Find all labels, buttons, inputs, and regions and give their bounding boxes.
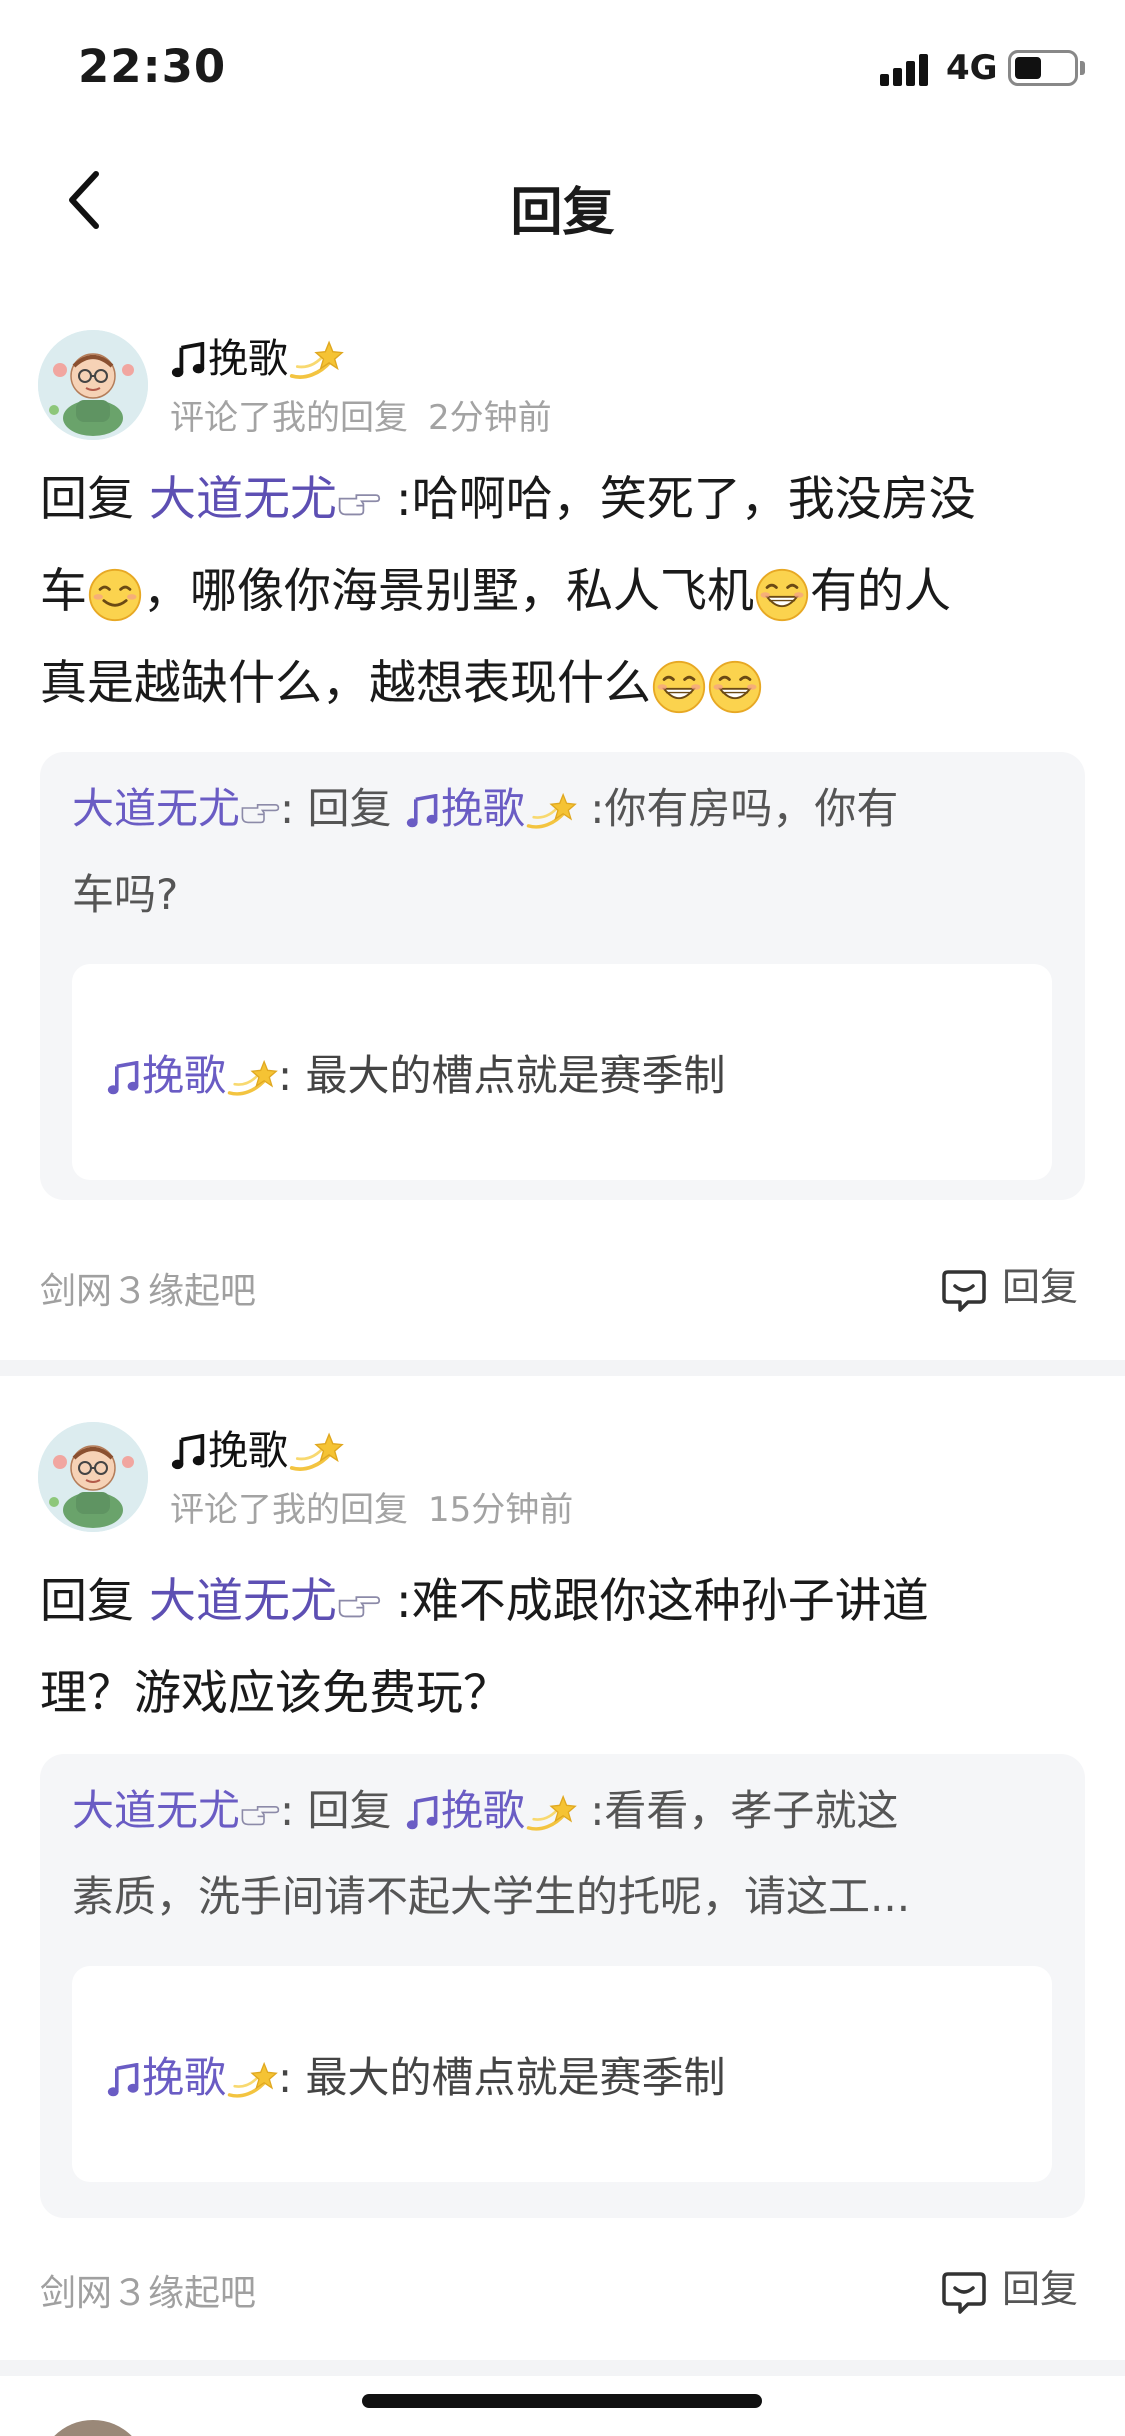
- quoted-reply[interactable]: 大道无尤 : 回复 挽歌 :看看，孝子就这 素质，洗手间请不起大学生的托呢，请这工…: [40, 1754, 1085, 2218]
- comment-meta: 评论了我的回复 2分钟前: [170, 390, 552, 439]
- dizzy-star-icon: [525, 791, 577, 833]
- nav-bar: 回复: [0, 140, 1125, 260]
- original-comment[interactable]: 挽歌 : 最大的槽点就是赛季制: [72, 964, 1052, 1180]
- timestamp: 15分钟前: [428, 1490, 574, 1530]
- grinning-face-icon: [651, 659, 707, 715]
- original-text: : 最大的槽点就是赛季制: [278, 1051, 726, 1100]
- user-name-text: 挽歌: [208, 1428, 288, 1474]
- reply-button-label: 回复: [1002, 2267, 1079, 2311]
- musical-note-icon: [405, 794, 441, 830]
- dizzy-star-icon: [226, 1058, 278, 1100]
- musical-note-icon: [405, 1796, 441, 1832]
- original-comment-text: 挽歌 : 最大的槽点就是赛季制: [106, 1042, 726, 1103]
- comment-meta: 评论了我的回复 15分钟前: [170, 1482, 573, 1531]
- reply-text-3: 真是越缺什么，越想表现什么: [40, 656, 651, 711]
- divider: [0, 2360, 1125, 2376]
- quote-mention[interactable]: 挽歌: [441, 784, 525, 833]
- musical-note-icon: [106, 2063, 142, 2099]
- status-time: 22:30: [78, 40, 227, 93]
- reply-bubble-icon: [940, 1266, 988, 1314]
- user-name[interactable]: 挽歌: [170, 1418, 344, 1476]
- quote-line-2: 素质，洗手间请不起大学生的托呢，请这工...: [72, 1872, 911, 1921]
- quote-user[interactable]: 大道无尤: [72, 784, 240, 833]
- quote-text-1: :看看，孝子就这: [590, 1786, 899, 1835]
- reply-line-1: 回复 大道无尤 :难不成跟你这种孙子讲道: [40, 1556, 1090, 1648]
- reply-text-1: :哈啊哈，笑死了，我没房没: [395, 472, 976, 527]
- signal-icon: [880, 52, 932, 86]
- home-indicator[interactable]: [362, 2394, 762, 2408]
- source-forum[interactable]: 剑网３缘起吧: [40, 2264, 256, 2316]
- dizzy-star-icon: [525, 1793, 577, 1835]
- pointing-hand-icon: [240, 1801, 280, 1827]
- reply-prefix: 回复: [40, 1574, 134, 1629]
- action-text: 评论了我的回复: [170, 398, 408, 438]
- battery-icon: [1008, 50, 1078, 86]
- comment-card[interactable]: 挽歌 评论了我的回复 2分钟前 回复 大道无尤 :哈啊哈，笑死了，我没房没 车 ，哪…: [0, 320, 1125, 1360]
- quote-prefix: : 回复: [280, 1786, 392, 1835]
- quote-text: 大道无尤 : 回复 挽歌 :你有房吗，你有 车吗?: [72, 766, 1062, 938]
- timestamp: 2分钟前: [428, 398, 552, 438]
- reply-prefix: 回复: [40, 472, 134, 527]
- comment-card[interactable]: 挽歌 评论了我的回复 15分钟前 回复 大道无尤 :难不成跟你这种孙子讲道 理？游…: [0, 1374, 1125, 2374]
- reply-button-label: 回复: [1002, 1265, 1079, 1309]
- reply-line-1: 回复 大道无尤 :哈啊哈，笑死了，我没房没: [40, 454, 1090, 546]
- quote-prefix: : 回复: [280, 784, 392, 833]
- reply-text-2c: 有的人: [810, 564, 951, 619]
- status-bar: 22:30 4G: [0, 0, 1125, 140]
- reply-line-2: 理？游戏应该免费玩？: [40, 1666, 510, 1721]
- quoted-reply[interactable]: 大道无尤 : 回复 挽歌 :你有房吗，你有 车吗? 挽歌 : 最大的槽点就是赛季制: [40, 752, 1085, 1200]
- grinning-face-icon: [707, 659, 763, 715]
- musical-note-icon: [170, 1434, 208, 1472]
- quote-user[interactable]: 大道无尤: [72, 1786, 240, 1835]
- user-name[interactable]: 挽歌: [170, 326, 344, 384]
- battery-tip: [1080, 61, 1085, 75]
- reply-content[interactable]: 回复 大道无尤 :哈啊哈，笑死了，我没房没 车，哪像你海景别墅，私人飞机 有的人 …: [40, 454, 1090, 730]
- quote-text: 大道无尤 : 回复 挽歌 :看看，孝子就这 素质，洗手间请不起大学生的托呢，请这工…: [72, 1768, 1062, 1940]
- grinning-face-icon: [754, 567, 810, 623]
- original-user[interactable]: 挽歌: [142, 2053, 226, 2102]
- reply-text-1: :难不成跟你这种孙子讲道: [395, 1574, 929, 1629]
- reply-line-3: 真是越缺什么，越想表现什么: [40, 638, 1090, 730]
- reply-bubble-icon: [940, 2268, 988, 2316]
- network-label: 4G: [946, 48, 998, 88]
- reply-line-2: 车 ，哪像你海景别墅，私人飞机 有的人: [40, 546, 1090, 638]
- original-text: : 最大的槽点就是赛季制: [278, 2053, 726, 2102]
- avatar-image: [38, 1422, 148, 1532]
- reply-button[interactable]: 回复: [940, 1256, 1078, 1314]
- avatar[interactable]: [38, 1422, 148, 1532]
- pointing-hand-icon: [337, 1591, 381, 1619]
- musical-note-icon: [106, 1061, 142, 1097]
- dizzy-star-icon: [226, 2060, 278, 2102]
- original-comment-text: 挽歌 : 最大的槽点就是赛季制: [106, 2044, 726, 2105]
- reply-text-2a: 车: [40, 564, 87, 619]
- user-name-text: 挽歌: [208, 336, 288, 382]
- original-comment[interactable]: 挽歌 : 最大的槽点就是赛季制: [72, 1966, 1052, 2182]
- avatar-image: [38, 330, 148, 440]
- musical-note-icon: [170, 342, 208, 380]
- quote-mention[interactable]: 挽歌: [441, 1786, 525, 1835]
- avatar[interactable]: [38, 330, 148, 440]
- pointing-hand-icon: [337, 489, 381, 517]
- reply-button[interactable]: 回复: [940, 2258, 1078, 2316]
- grinning-face-icon: [87, 567, 143, 623]
- mention-link[interactable]: 大道无尤: [149, 472, 337, 527]
- quote-line-1: 大道无尤 : 回复 挽歌 :你有房吗，你有: [72, 766, 1062, 852]
- reply-text-2b: ，哪像你海景别墅，私人飞机: [143, 564, 754, 619]
- dizzy-star-icon: [288, 338, 344, 384]
- next-avatar[interactable]: [38, 2420, 148, 2436]
- dizzy-star-icon: [288, 1430, 344, 1476]
- original-user[interactable]: 挽歌: [142, 1051, 226, 1100]
- reply-content[interactable]: 回复 大道无尤 :难不成跟你这种孙子讲道 理？游戏应该免费玩？: [40, 1556, 1090, 1740]
- pointing-hand-icon: [240, 799, 280, 825]
- quote-line-1: 大道无尤 : 回复 挽歌 :看看，孝子就这: [72, 1768, 1062, 1854]
- quote-line-2: 车吗?: [72, 870, 179, 919]
- source-forum[interactable]: 剑网３缘起吧: [40, 1262, 256, 1314]
- quote-text-1: :你有房吗，你有: [590, 784, 899, 833]
- mention-link[interactable]: 大道无尤: [149, 1574, 337, 1629]
- page-title: 回复: [510, 183, 615, 243]
- action-text: 评论了我的回复: [170, 1490, 408, 1530]
